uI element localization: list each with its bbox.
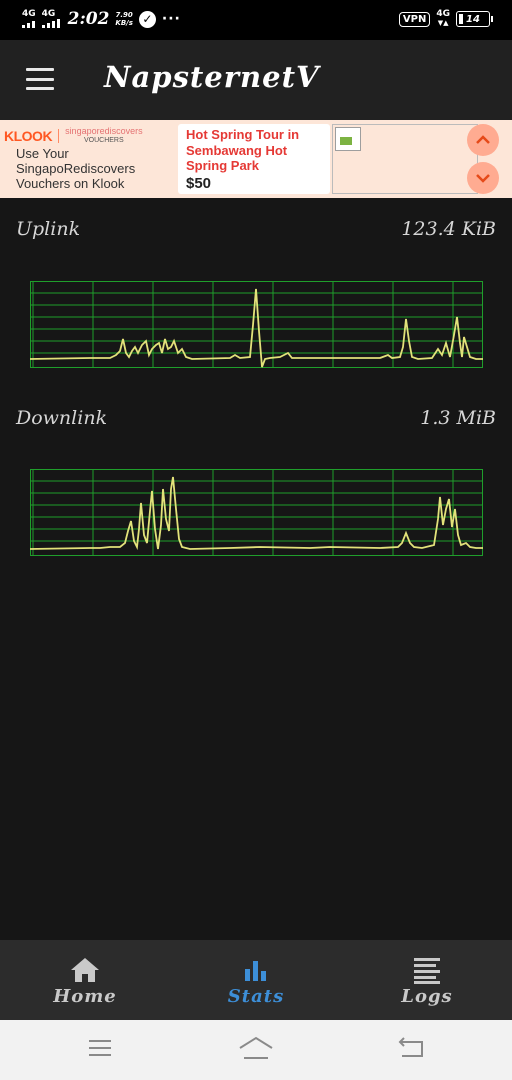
bottom-navigation: Home Stats Logs xyxy=(0,940,512,1020)
menu-icon[interactable] xyxy=(88,1036,112,1064)
klook-logo: KLOOK xyxy=(4,128,53,144)
ad-image[interactable] xyxy=(332,124,478,194)
partner-sub: VOUCHERS xyxy=(83,137,124,144)
downlink-value: 1.3 MiB xyxy=(420,407,496,429)
clock: 2:02 xyxy=(67,9,110,29)
network-4g-icon: 4G ▼▲ xyxy=(436,9,450,28)
downlink-graph xyxy=(30,469,483,556)
signal-bars-icon xyxy=(41,19,60,28)
speed-value: 7.90 xyxy=(115,11,133,19)
bar-chart-icon xyxy=(243,956,269,984)
network-type-label: 4G xyxy=(436,9,450,19)
broken-image-icon xyxy=(335,127,361,151)
nav-stats-label: Stats xyxy=(227,986,285,1007)
back-icon[interactable] xyxy=(398,1036,426,1064)
more-notifications-icon: ··· xyxy=(161,11,181,27)
partner-logo: singaporediscovers VOUCHERS xyxy=(65,127,143,145)
nav-logs[interactable]: Logs xyxy=(342,940,512,1020)
speed-unit: KB/s xyxy=(115,19,133,27)
ad-tagline: Use Your SingapoRediscovers Vouchers on … xyxy=(16,146,136,191)
nav-logs-label: Logs xyxy=(401,986,453,1007)
ad-offer-card[interactable]: Hot Spring Tour in Sembawang Hot Spring … xyxy=(178,124,330,194)
logs-icon xyxy=(413,956,441,984)
signal-indicator-2: 4G xyxy=(41,9,60,28)
network-type-label: 4G xyxy=(22,9,36,19)
chevron-up-icon[interactable] xyxy=(467,124,499,156)
ad-offer-title: Hot Spring Tour in Sembawang Hot Spring … xyxy=(186,127,300,173)
vpn-badge: VPN xyxy=(398,11,431,27)
system-navigation-bar xyxy=(0,1020,512,1080)
app-title: NapsternetV xyxy=(104,60,320,94)
check-circle-icon: ✓ xyxy=(138,10,156,28)
app-bar: NapsternetV xyxy=(0,40,512,120)
battery-icon: 14 xyxy=(456,11,493,27)
nav-home[interactable]: Home xyxy=(0,940,170,1020)
nav-stats[interactable]: Stats xyxy=(171,940,341,1020)
partner-name: singaporediscovers xyxy=(65,126,143,136)
ad-brand: KLOOK singaporediscovers VOUCHERS xyxy=(4,127,143,145)
nav-home-label: Home xyxy=(53,986,117,1007)
home-outline-icon[interactable] xyxy=(238,1036,274,1066)
network-speed: 7.90 KB/s xyxy=(115,11,132,27)
battery-level: 14 xyxy=(466,13,480,25)
ad-offer-price: $50 xyxy=(186,174,212,192)
uplink-label: Uplink xyxy=(16,218,81,240)
home-icon xyxy=(70,956,100,984)
chevron-down-icon[interactable] xyxy=(467,162,499,194)
signal-bars-icon xyxy=(22,19,35,28)
network-type-label: 4G xyxy=(41,9,56,19)
signal-indicator-1: 4G xyxy=(22,10,36,28)
ad-banner[interactable]: KLOOK singaporediscovers VOUCHERS Use Yo… xyxy=(0,120,512,198)
uplink-value: 123.4 KiB xyxy=(401,218,496,240)
status-bar: 4G 4G 2:02 7.90 KB/s ✓ ··· VPN 4G ▼▲ 14 xyxy=(0,0,512,40)
hamburger-menu-icon[interactable] xyxy=(26,68,54,90)
uplink-graph xyxy=(30,281,483,368)
downlink-label: Downlink xyxy=(16,407,108,429)
